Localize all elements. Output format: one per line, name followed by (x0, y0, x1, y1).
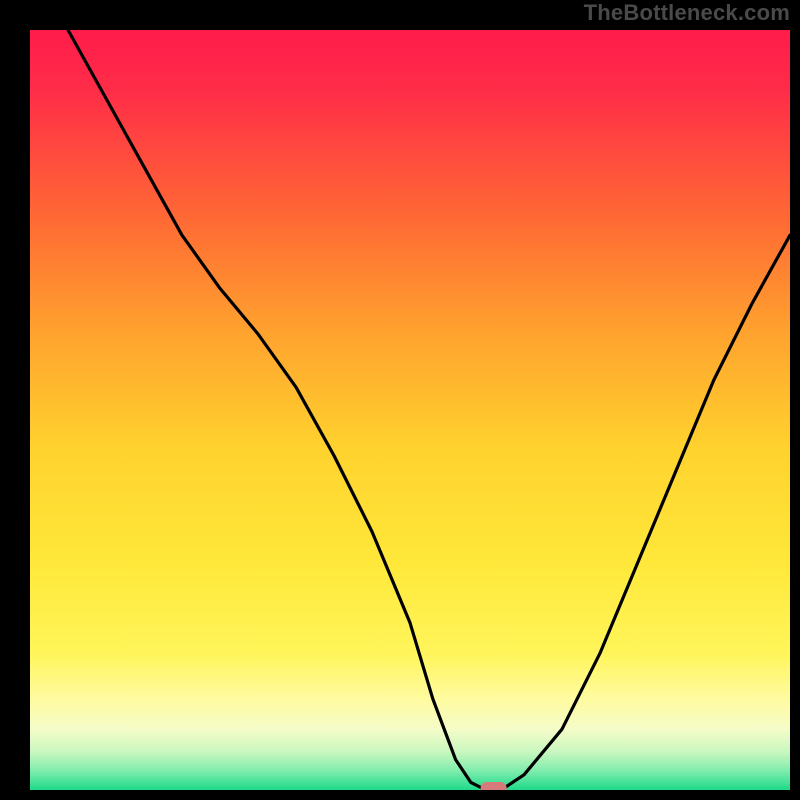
bottleneck-chart: TheBottleneck.com (0, 0, 800, 800)
plot-background (30, 30, 790, 790)
chart-svg (0, 0, 800, 800)
watermark-text: TheBottleneck.com (584, 0, 790, 26)
minimum-marker (481, 782, 507, 795)
